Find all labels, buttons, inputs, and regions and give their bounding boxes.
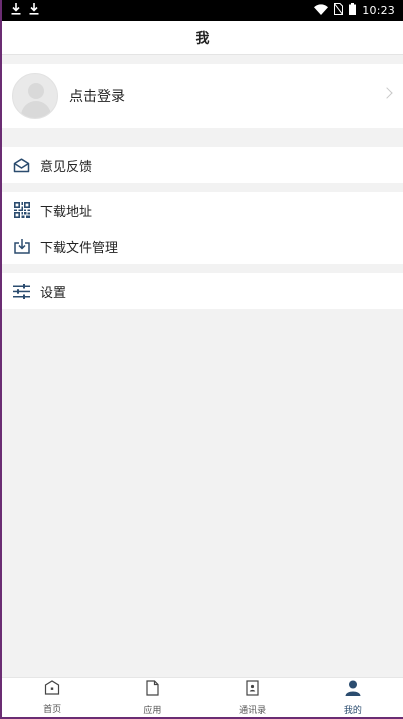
contacts-icon	[246, 679, 259, 700]
menu-item-label: 下载文件管理	[40, 240, 119, 256]
home-icon	[44, 680, 60, 699]
menu-item-label: 意见反馈	[40, 159, 93, 175]
tab-label: 首页	[43, 705, 62, 715]
avatar	[12, 73, 58, 119]
menu-item-label: 下载地址	[40, 204, 93, 220]
page-header: 我	[2, 21, 403, 55]
app-frame: 10:23 我 点击登录 意见反馈 下载地址 下载文件管理 设置 首页 应用 通…	[0, 0, 403, 719]
tab-label: 我的	[343, 705, 362, 716]
chevron-right-icon	[381, 87, 393, 99]
download-box-icon	[13, 238, 30, 255]
status-left-icons	[11, 3, 39, 18]
tab-home[interactable]: 首页	[2, 678, 102, 717]
tab-me[interactable]: 我的	[303, 678, 403, 717]
page-title: 我	[195, 30, 210, 47]
download-icon	[11, 3, 21, 18]
login-row[interactable]: 点击登录	[2, 64, 403, 128]
tab-contacts[interactable]: 通讯录	[203, 678, 303, 717]
login-label: 点击登录	[69, 89, 125, 105]
bottom-tab-bar: 首页 应用 通讯录 我的	[2, 677, 403, 717]
menu-item-download-manager[interactable]: 下载文件管理	[2, 228, 403, 264]
status-time: 10:23	[362, 4, 395, 17]
status-right-icons: 10:23	[314, 2, 395, 18]
tab-label: 通讯录	[239, 705, 267, 716]
feedback-envelope-icon	[13, 157, 30, 174]
menu-item-download-address[interactable]: 下载地址	[2, 192, 403, 228]
menu-item-label: 设置	[40, 285, 67, 301]
tab-label: 应用	[143, 705, 162, 716]
download-icon	[29, 3, 39, 18]
tab-apps[interactable]: 应用	[102, 678, 202, 717]
status-bar: 10:23	[2, 0, 403, 21]
battery-icon	[349, 3, 357, 18]
menu-item-settings[interactable]: 设置	[2, 273, 403, 309]
no-sim-icon	[333, 2, 344, 18]
user-icon	[345, 680, 361, 700]
wifi-icon	[314, 3, 329, 18]
document-icon	[146, 679, 159, 700]
settings-sliders-icon	[13, 283, 30, 300]
menu-item-feedback[interactable]: 意见反馈	[2, 147, 403, 183]
qrcode-icon	[13, 202, 30, 219]
